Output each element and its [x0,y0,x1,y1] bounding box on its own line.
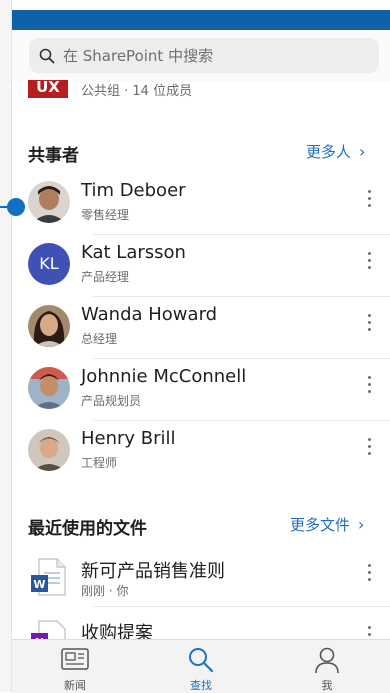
colleagues-section-title: 共事者 [28,146,79,166]
recent-files-section-title: 最近使用的文件 [28,519,147,539]
person-row[interactable]: KL Kat Larsson 产品经理 [12,235,390,297]
person-row[interactable]: Henry Brill 工程师 [12,421,390,483]
chevron-right-icon: › [358,515,365,534]
more-people-label: 更多人 [306,143,352,161]
word-doc-icon: W [29,557,67,597]
search-icon [189,648,214,673]
nav-news[interactable]: 新闻 [12,640,138,693]
group-list-item[interactable]: UX 公共组 · 14 位成员 [28,80,378,104]
search-icon [39,48,55,63]
more-people-link[interactable]: 更多人 › [306,141,365,162]
more-options-icon[interactable] [366,249,372,273]
more-files-label: 更多文件 [290,516,351,534]
left-frame-edge [0,0,12,692]
person-role: 零售经理 [81,208,130,222]
person-role: 工程师 [81,456,118,470]
svg-text:W: W [33,578,45,591]
search-box[interactable] [29,38,379,73]
person-role: 产品经理 [81,270,130,284]
person-name: Wanda Howard [81,304,218,325]
person-name: Henry Brill [81,428,176,449]
more-files-link[interactable]: 更多文件 › [290,514,364,535]
search-header [12,30,390,82]
more-options-icon[interactable] [366,561,372,585]
bottom-navigation: 新闻 查找 我 [12,639,390,693]
nav-find[interactable]: 查找 [138,640,264,693]
avatar [28,367,70,409]
person-row[interactable]: Wanda Howard 总经理 [12,297,390,359]
more-options-icon[interactable] [366,435,372,459]
person-role: 产品规划员 [81,394,142,408]
nav-label: 新闻 [64,679,86,692]
file-row[interactable]: W 新可产品销售准则 刚刚 · 你 [12,545,390,607]
group-logo: UX [28,80,68,98]
news-icon [61,648,89,670]
avatar [28,181,70,223]
status-bar [12,10,390,30]
nav-me[interactable]: 我 [264,640,390,693]
person-icon [315,647,339,674]
person-name: Johnnie McConnell [81,366,247,387]
person-row[interactable]: Johnnie McConnell 产品规划员 [12,359,390,421]
person-row[interactable]: Tim Deboer 零售经理 [12,173,390,235]
person-name: Tim Deboer [81,180,186,201]
search-input[interactable] [61,45,355,66]
avatar [28,429,70,471]
nav-label: 查找 [190,679,212,692]
file-meta: 刚刚 · 你 [81,584,129,598]
nav-label: 我 [321,679,333,692]
person-name: Kat Larsson [81,242,186,263]
file-name: 新可产品销售准则 [81,561,225,582]
avatar-initials: KL [28,243,70,285]
more-options-icon[interactable] [366,311,372,335]
more-options-icon[interactable] [366,373,372,397]
person-role: 总经理 [81,332,118,346]
avatar [28,305,70,347]
more-options-icon[interactable] [366,187,372,211]
group-subtitle: 公共组 · 14 位成员 [81,84,193,99]
chevron-right-icon: › [359,142,366,161]
